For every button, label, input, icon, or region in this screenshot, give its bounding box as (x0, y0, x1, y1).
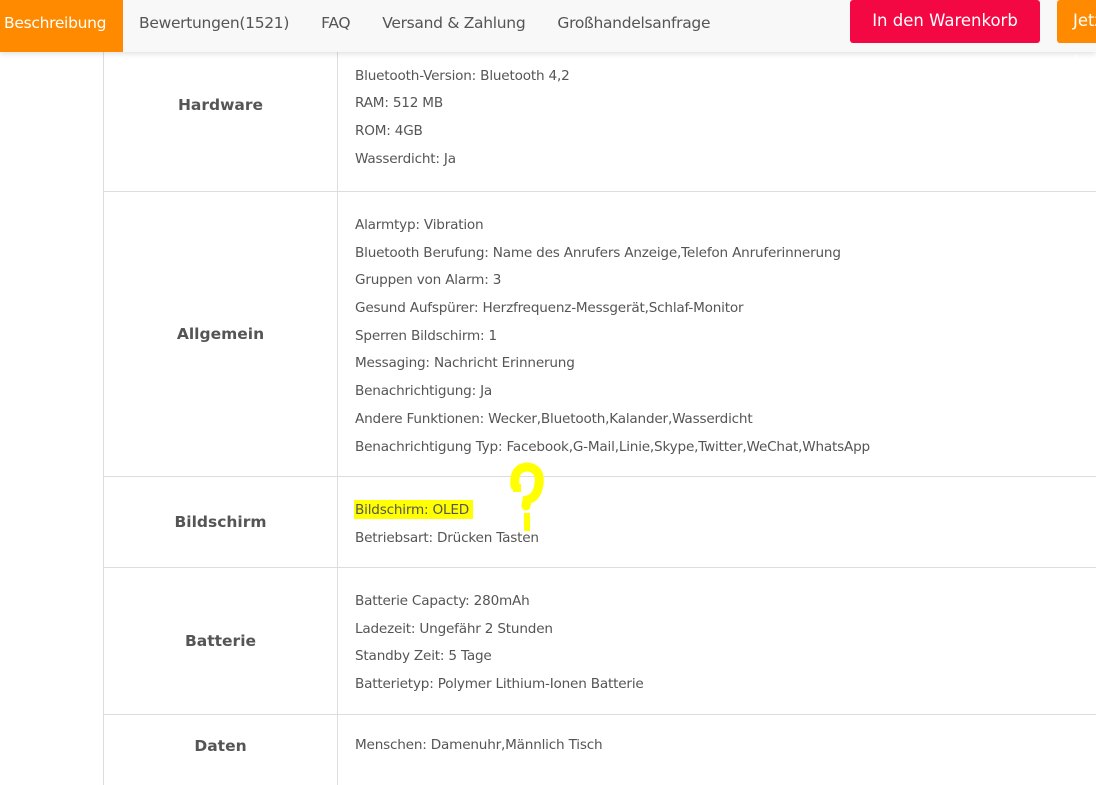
spec-table: Hardware Marke: Amazfit Bluetooth-Versio… (103, 0, 1096, 785)
spec-value: Benachrichtigung Typ: Facebook,G-Mail,Li… (355, 438, 870, 455)
question-mark-annotation-icon (510, 462, 544, 531)
spec-values: Batterie Capacty: 280mAh Ladezeit: Ungef… (338, 568, 644, 714)
tab-beschreibung[interactable]: Beschreibung (0, 0, 123, 52)
spec-value: Messaging: Nachricht Erinnerung (355, 355, 575, 372)
add-to-cart-button[interactable]: In den Warenkorb (850, 0, 1040, 43)
tab-versand[interactable]: Versand & Zahlung (366, 0, 541, 52)
spec-label: Allgemein (104, 192, 338, 476)
spec-value: RAM: 512 MB (355, 95, 443, 112)
tab-grosshandel[interactable]: Großhandelsanfrage (541, 0, 726, 52)
spec-value: Sperren Bildschirm: 1 (355, 327, 497, 344)
spec-values: Menschen: Damenuhr,Männlich Tisch (338, 715, 603, 785)
spec-value: Benachrichtigung: Ja (355, 383, 493, 400)
spec-value: Bluetooth Berufung: Name des Anrufers An… (355, 244, 841, 261)
spec-value: Wasserdicht: Ja (355, 150, 456, 167)
spec-label: Bildschirm (104, 477, 338, 567)
spec-value: Menschen: Damenuhr,Männlich Tisch (355, 737, 603, 753)
spec-value: ROM: 4GB (355, 123, 423, 140)
spec-value: Alarmtyp: Vibration (355, 217, 484, 233)
spec-row-batterie: Batterie Batterie Capacty: 280mAh Ladeze… (104, 568, 1096, 715)
product-tabs-bar: Beschreibung Bewertungen(1521) FAQ Versa… (0, 0, 1096, 72)
spec-row-allgemein: Allgemein Alarmtyp: Vibration Bluetooth … (104, 192, 1096, 477)
spec-row-daten: Daten Menschen: Damenuhr,Männlich Tisch (104, 715, 1096, 785)
spec-value: Gruppen von Alarm: 3 (355, 272, 502, 289)
spec-label: Daten (104, 715, 338, 785)
tab-faq[interactable]: FAQ (305, 0, 366, 52)
spec-value: Bluetooth-Version: Bluetooth 4,2 (355, 67, 570, 84)
spec-value: Standby Zeit: 5 Tage (355, 648, 492, 665)
spec-value: Gesund Aufspürer: Herzfrequenz-Messgerät… (355, 300, 744, 317)
spec-value: Batterie Capacty: 280mAh (355, 593, 530, 609)
spec-label: Batterie (104, 568, 338, 714)
tab-bewertungen[interactable]: Bewertungen(1521) (123, 0, 305, 52)
spec-row-bildschirm: Bildschirm Bildschirm: OLED Betriebsart:… (104, 477, 1096, 568)
buy-now-button[interactable]: Jetzt kaufen (1057, 0, 1096, 72)
spec-values: Alarmtyp: Vibration Bluetooth Berufung: … (338, 192, 870, 476)
spec-value: Ladezeit: Ungefähr 2 Stunden (355, 620, 553, 637)
highlighted-text: Bildschirm: OLED (354, 500, 474, 519)
spec-value: Andere Funktionen: Wecker,Bluetooth,Kala… (355, 410, 753, 427)
spec-value: Batterietyp: Polymer Lithium-Ionen Batte… (355, 676, 644, 693)
